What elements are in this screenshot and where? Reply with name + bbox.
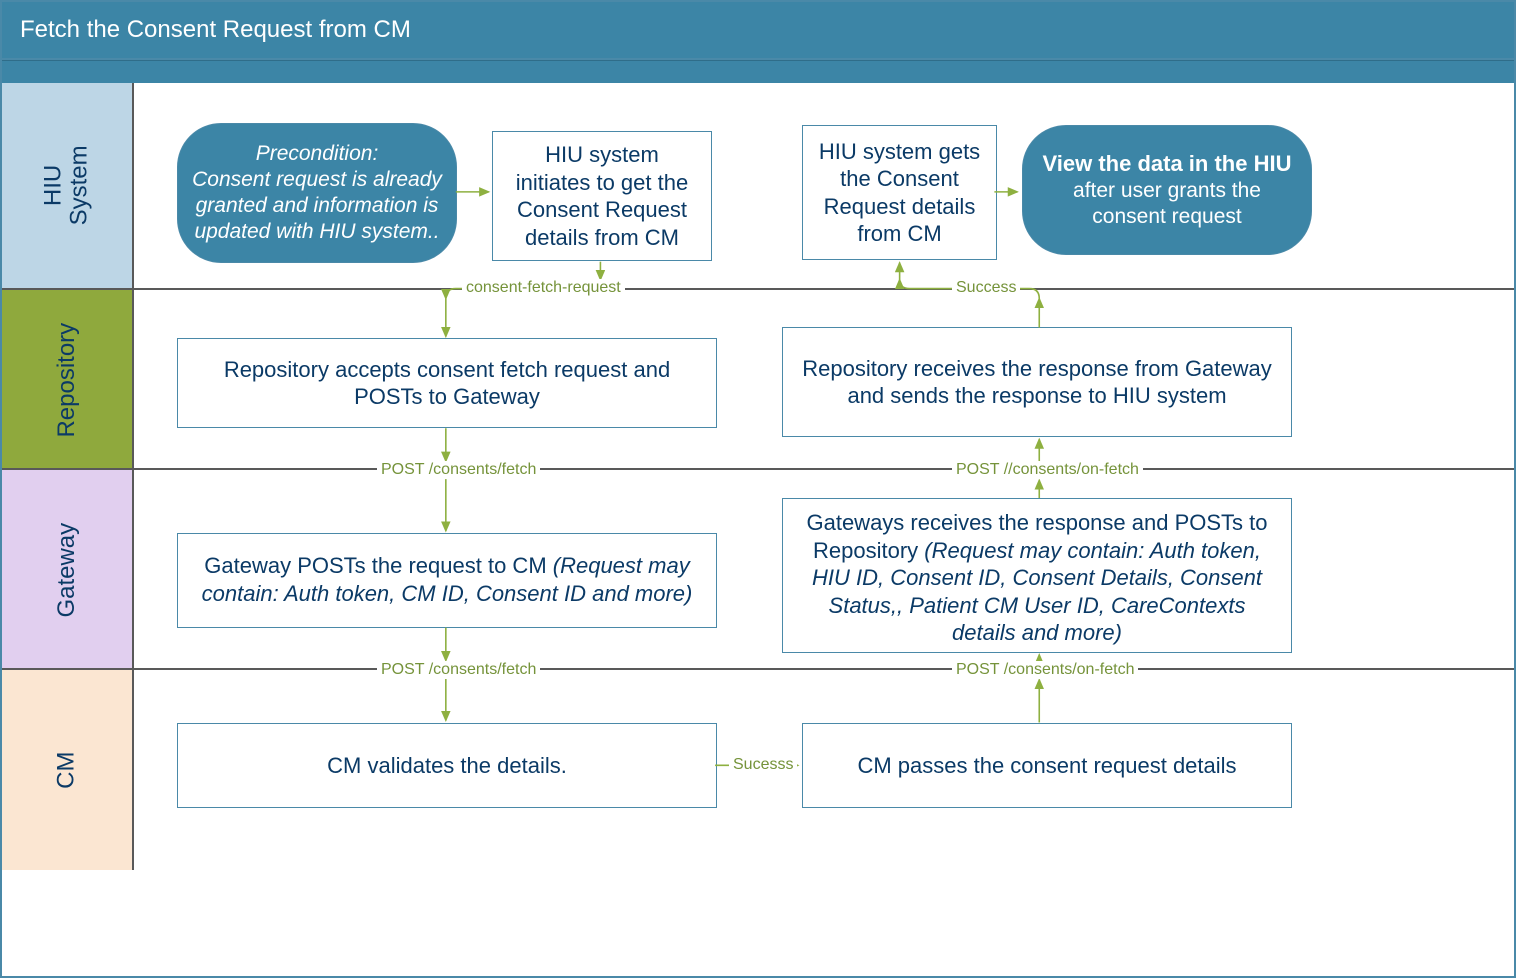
node-repo-receive: Repository receives the response from Ga… <box>782 327 1292 437</box>
lane-label-hiu: HIU System <box>2 83 134 288</box>
accent-bar <box>2 60 1514 83</box>
node-cm-pass: CM passes the consent request details <box>802 723 1292 808</box>
node-gw-post: Gateway POSTs the request to CM (Request… <box>177 533 717 628</box>
edge-success: Success <box>952 279 1020 297</box>
node-cm-validate: CM validates the details. <box>177 723 717 808</box>
lane-label-repo: Repository <box>2 290 134 470</box>
edge-consent-fetch-request: consent-fetch-request <box>462 279 625 297</box>
node-repo-accept: Repository accepts consent fetch request… <box>177 338 717 428</box>
edge-post-on-fetch-1: POST /consents/on-fetch <box>952 661 1138 679</box>
node-hiu-gets: HIU system gets the Consent Request deta… <box>802 125 997 260</box>
edge-post-fetch-1: POST /consents/fetch <box>377 461 540 479</box>
lane-label-cm: CM <box>2 670 134 870</box>
node-precondition: Precondition: Consent request is already… <box>177 123 457 263</box>
lane-label-gw: Gateway <box>2 470 134 670</box>
node-end: View the data in the HIUafter user grant… <box>1022 125 1312 255</box>
diagram-title: Fetch the Consent Request from CM <box>2 2 1514 60</box>
edge-post-on-fetch-2: POST //consents/on-fetch <box>952 461 1143 479</box>
lanes-area: HIU System Repository Gateway CM Precond… <box>2 83 1514 953</box>
node-hiu-initiate: HIU system initiates to get the Consent … <box>492 131 712 261</box>
node-gw-recv: Gateways receives the response and POSTs… <box>782 498 1292 653</box>
swimlane-diagram: Fetch the Consent Request from CM HIU Sy… <box>0 0 1516 978</box>
edge-sucesss: Sucesss <box>729 756 797 774</box>
edge-post-fetch-2: POST /consents/fetch <box>377 661 540 679</box>
